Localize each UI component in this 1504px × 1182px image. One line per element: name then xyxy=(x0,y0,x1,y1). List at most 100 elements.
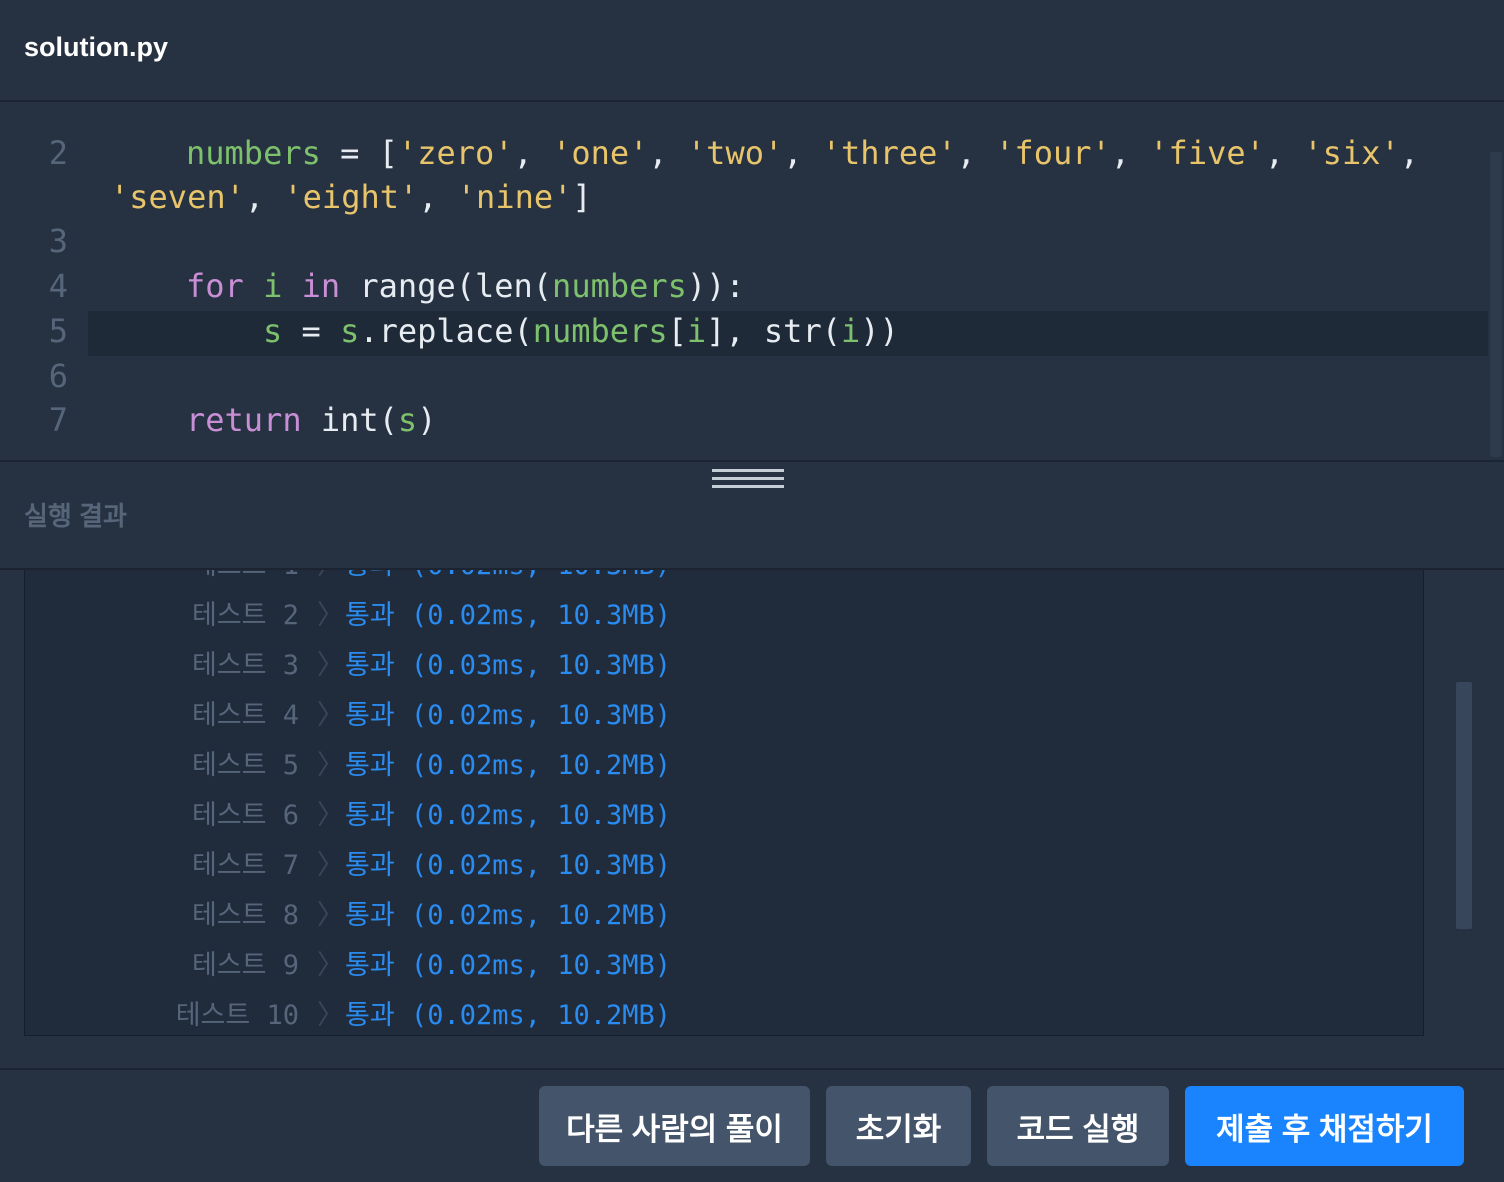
result-row: 테스트 7 〉 통과 (0.02ms, 10.3MB) xyxy=(25,833,1423,883)
result-row: 테스트 5 〉 통과 (0.02ms, 10.2MB) xyxy=(25,733,1423,783)
result-title: 실행 결과 xyxy=(24,501,127,531)
code-token: i xyxy=(840,312,861,350)
result-row: 테스트 1 〉 통과 (0.02ms, 10.3MB) xyxy=(25,570,1423,583)
test-label: 테스트 5 xyxy=(191,750,299,781)
test-result: 통과 (0.02ms, 10.2MB) xyxy=(345,750,672,781)
editor-header: solution.py xyxy=(0,0,1504,102)
code-token: in xyxy=(301,267,341,305)
chevron-right-icon: 〉 xyxy=(317,600,344,631)
chevron-right-icon: 〉 xyxy=(317,650,344,681)
chevron-right-icon: 〉 xyxy=(317,570,344,582)
code-token: , xyxy=(783,134,822,172)
test-result: 통과 (0.02ms, 10.3MB) xyxy=(345,850,672,881)
code-token: 'eight' xyxy=(283,178,419,216)
code-token: int( xyxy=(301,401,398,439)
result-output[interactable]: 테스트 1 〉 통과 (0.02ms, 10.3MB) 테스트 2 〉 통과 (… xyxy=(24,570,1424,1036)
file-name: solution.py xyxy=(24,32,168,62)
code-token: 'four' xyxy=(995,134,1111,172)
code-line[interactable]: s = s.replace(numbers[i], str(i)) xyxy=(263,312,899,350)
code-token: s xyxy=(263,312,283,350)
test-result: 통과 (0.02ms, 10.2MB) xyxy=(345,900,672,931)
code-token: , xyxy=(244,178,284,216)
code-token: , xyxy=(1399,134,1419,172)
test-label: 테스트 9 xyxy=(191,950,299,981)
reset-button[interactable]: 초기화 xyxy=(826,1086,971,1166)
test-label: 테스트 3 xyxy=(191,650,299,681)
chevron-right-icon: 〉 xyxy=(317,900,344,931)
code-token: 'two' xyxy=(686,134,784,172)
code-token: )) xyxy=(860,312,899,350)
test-label: 테스트 10 xyxy=(175,1000,299,1031)
run-code-button[interactable]: 코드 실행 xyxy=(987,1086,1169,1166)
chevron-right-icon: 〉 xyxy=(317,750,344,781)
code-token: for xyxy=(186,267,244,305)
code-token: 'three' xyxy=(821,134,957,172)
code-token: )): xyxy=(686,267,745,305)
code-token: , xyxy=(956,134,996,172)
line-number: 3 xyxy=(48,222,68,260)
test-label: 테스트 2 xyxy=(191,600,299,631)
code-token: 'zero' xyxy=(397,134,514,172)
grip-bar xyxy=(712,477,784,480)
code-token: i xyxy=(263,267,283,305)
result-scrollbar[interactable] xyxy=(1456,682,1472,929)
test-result: 통과 (0.02ms, 10.3MB) xyxy=(345,800,672,831)
code-token: i xyxy=(686,312,707,350)
line-number: 5 xyxy=(48,312,68,350)
code-token: 'nine' xyxy=(456,178,573,216)
code-token: range(len( xyxy=(340,267,553,305)
code-token: return xyxy=(186,401,302,439)
result-row: 테스트 4 〉 통과 (0.02ms, 10.3MB) xyxy=(25,683,1423,733)
grip-bar xyxy=(712,485,784,488)
chevron-right-icon: 〉 xyxy=(317,850,344,881)
code-editor[interactable]: 2 3 4 5 6 7 numbers = ['zero', 'one', 't… xyxy=(0,104,1504,460)
chevron-right-icon: 〉 xyxy=(317,700,344,731)
test-label: 테스트 1 xyxy=(192,570,299,582)
result-row: 테스트 6 〉 통과 (0.02ms, 10.3MB) xyxy=(25,783,1423,833)
code-line[interactable]: 'seven', 'eight', 'nine'] xyxy=(110,178,592,216)
code-token: 'one' xyxy=(552,134,649,172)
code-token: , xyxy=(418,178,457,216)
divider xyxy=(0,1068,1504,1070)
result-row: 테스트 3 〉 통과 (0.03ms, 10.3MB) xyxy=(25,633,1423,683)
test-label: 테스트 7 xyxy=(191,850,299,881)
others-solution-button[interactable]: 다른 사람의 풀이 xyxy=(539,1086,810,1166)
code-token: = xyxy=(282,312,341,350)
result-row: 테스트 10 〉 통과 (0.02ms, 10.2MB) xyxy=(25,983,1423,1033)
code-token: , xyxy=(1110,134,1150,172)
code-token: 'six' xyxy=(1303,134,1400,172)
test-label: 테스트 8 xyxy=(191,900,299,931)
test-result: 통과 (0.02ms, 10.3MB) xyxy=(345,950,672,981)
code-token: [ xyxy=(667,312,687,350)
test-result: 통과 (0.02ms, 10.3MB) xyxy=(345,570,671,582)
chevron-right-icon: 〉 xyxy=(317,800,344,831)
test-label: 테스트 6 xyxy=(191,800,299,831)
code-token: , xyxy=(513,134,553,172)
submit-button[interactable]: 제출 후 채점하기 xyxy=(1185,1086,1464,1166)
line-number: 4 xyxy=(48,267,68,305)
test-result: 통과 (0.02ms, 10.3MB) xyxy=(345,600,672,631)
code-line[interactable]: return int(s) xyxy=(186,401,436,439)
code-token: ) xyxy=(417,401,437,439)
test-result: 통과 (0.02ms, 10.3MB) xyxy=(345,700,672,731)
grip-bar xyxy=(712,469,784,472)
code-token: s xyxy=(340,312,360,350)
resize-handle-icon[interactable] xyxy=(700,462,796,492)
code-token: ] xyxy=(572,178,592,216)
result-row: 테스트 9 〉 통과 (0.02ms, 10.3MB) xyxy=(25,933,1423,983)
code-token: s xyxy=(397,401,418,439)
test-result: 통과 (0.02ms, 10.2MB) xyxy=(345,1000,672,1031)
line-number: 2 xyxy=(48,134,68,172)
editor-scrollbar[interactable] xyxy=(1490,152,1502,457)
chevron-right-icon: 〉 xyxy=(317,1000,344,1031)
code-line[interactable]: numbers = ['zero', 'one', 'two', 'three'… xyxy=(186,134,1419,172)
code-token: ], str( xyxy=(706,312,841,350)
code-line[interactable]: for i in range(len(numbers)): xyxy=(186,267,745,305)
code-token: .replace( xyxy=(359,312,533,350)
result-row: 테스트 8 〉 통과 (0.02ms, 10.2MB) xyxy=(25,883,1423,933)
code-token: numbers xyxy=(532,312,668,350)
test-result: 통과 (0.03ms, 10.3MB) xyxy=(345,650,672,681)
code-token: , xyxy=(1264,134,1304,172)
